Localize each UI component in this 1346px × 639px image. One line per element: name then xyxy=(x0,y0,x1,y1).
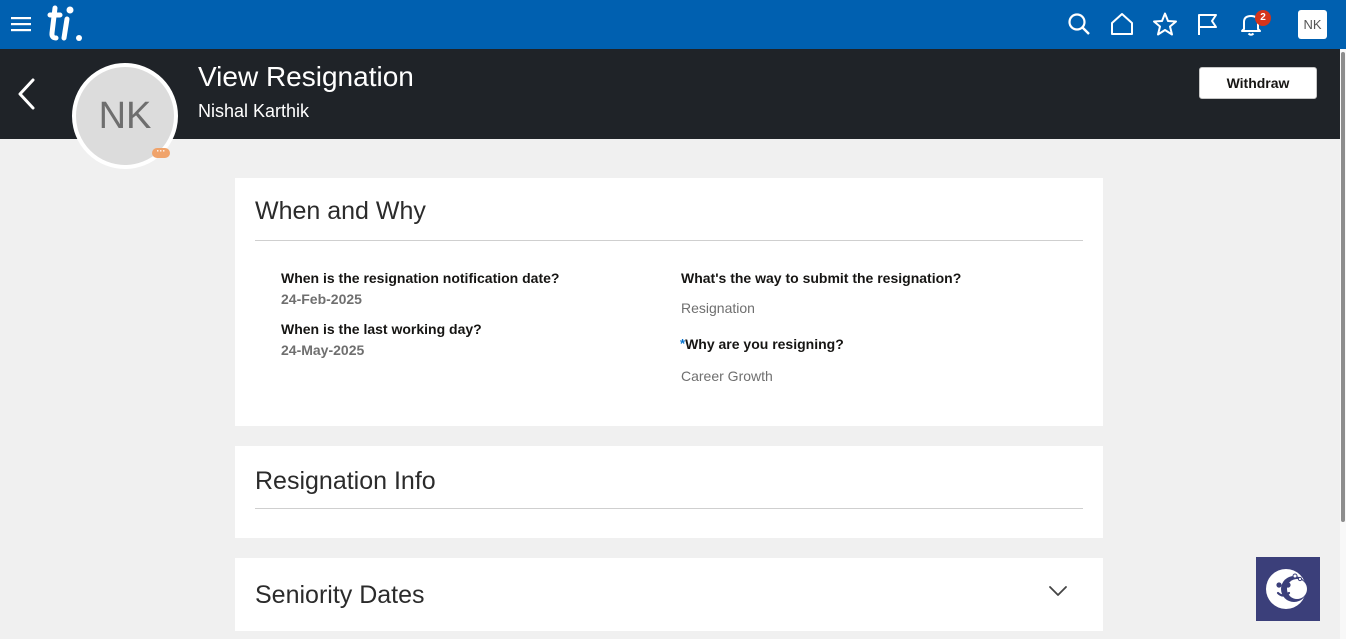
user-menu-button[interactable]: NK xyxy=(1298,10,1327,39)
global-header: 2 NK xyxy=(0,0,1346,49)
notification-date-label: When is the resignation notification dat… xyxy=(281,270,560,286)
last-working-day-label: When is the last working day? xyxy=(281,321,482,337)
assistant-bot-icon xyxy=(1266,569,1307,609)
section-title: When and Why xyxy=(255,197,426,225)
resignation-info-section: Resignation Info xyxy=(235,446,1103,538)
withdraw-button[interactable]: Withdraw xyxy=(1199,67,1317,99)
last-working-day-value: 24-May-2025 xyxy=(281,342,365,358)
section-divider xyxy=(255,240,1083,241)
section-divider xyxy=(255,508,1083,509)
notification-date-value: 24-Feb-2025 xyxy=(281,291,362,307)
employee-name: Nishal Karthik xyxy=(198,101,310,121)
scrollbar-thumb[interactable] xyxy=(1341,52,1345,522)
when-and-why-section: When and Why When is the resignation not… xyxy=(235,178,1103,426)
chevron-down-icon[interactable] xyxy=(1047,584,1069,598)
search-icon[interactable] xyxy=(1066,11,1092,37)
submission-way-label: What's the way to submit the resignation… xyxy=(681,270,962,286)
star-icon[interactable] xyxy=(1152,11,1178,37)
notification-count-badge: 2 xyxy=(1255,10,1271,26)
brand-logo[interactable] xyxy=(42,3,86,45)
section-title: Seniority Dates xyxy=(255,581,425,609)
more-options-icon[interactable]: ··· xyxy=(152,147,170,158)
section-title: Resignation Info xyxy=(255,467,436,495)
home-icon[interactable] xyxy=(1109,11,1135,37)
digital-assistant-button[interactable] xyxy=(1256,557,1320,621)
resign-reason-value: Career Growth xyxy=(681,368,773,384)
page-title: View Resignation xyxy=(198,61,414,92)
resign-reason-label: *Why are you resigning? xyxy=(680,336,844,352)
submission-way-value: Resignation xyxy=(681,300,755,316)
seniority-dates-section[interactable]: Seniority Dates xyxy=(235,558,1103,631)
hamburger-menu-icon[interactable] xyxy=(10,13,32,35)
flag-icon[interactable] xyxy=(1195,11,1221,37)
back-arrow-icon[interactable] xyxy=(14,77,38,111)
